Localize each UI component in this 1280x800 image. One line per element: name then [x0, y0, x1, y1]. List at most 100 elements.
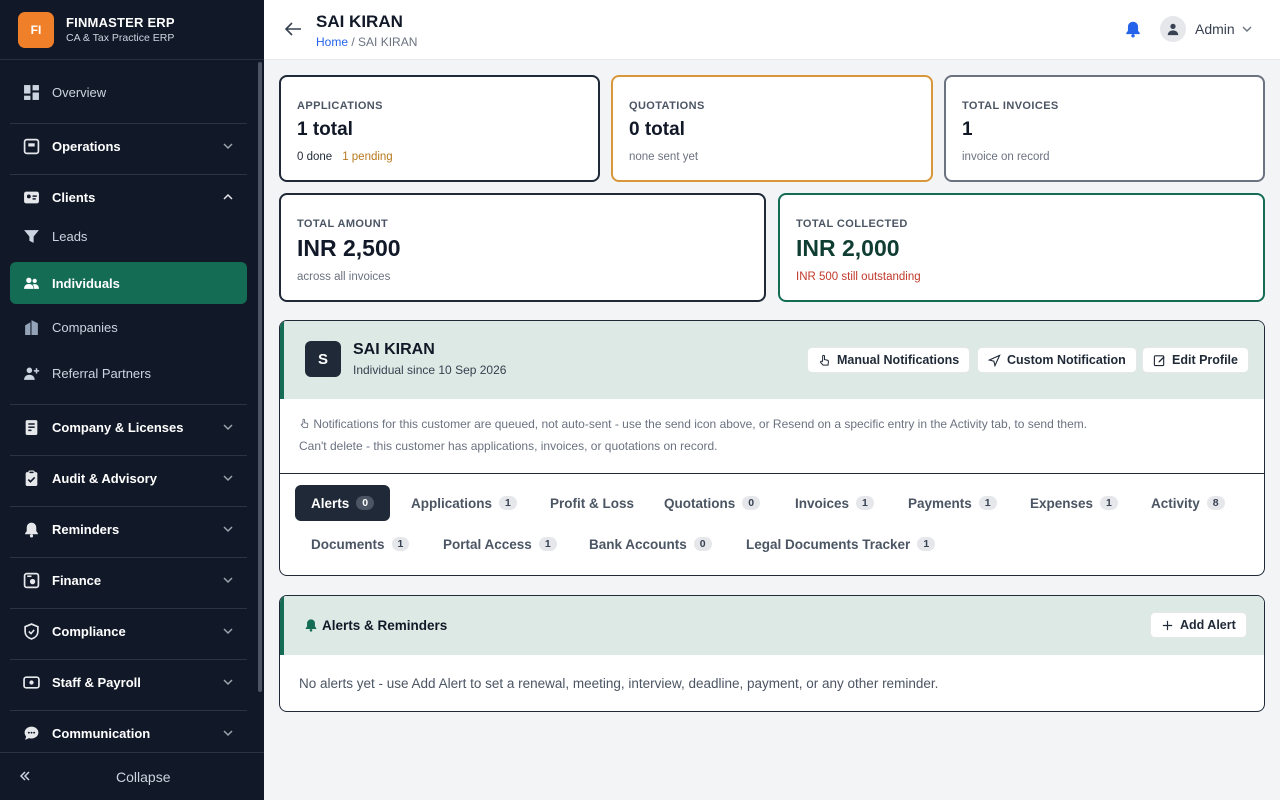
sidebar-item-label: Compliance — [52, 623, 126, 639]
sidebar-item-companies[interactable]: Companies — [10, 307, 247, 347]
tab-label: Alerts — [311, 495, 350, 511]
tab-portal-access[interactable]: Portal Access 1 — [427, 526, 573, 562]
breadcrumb-separator: / — [348, 35, 359, 49]
chevron-down-icon[interactable] — [1241, 23, 1253, 35]
stat-subtext: across all invoices — [297, 271, 391, 283]
button-label: Add Alert — [1180, 618, 1236, 632]
tab-count: 8 — [1206, 496, 1225, 510]
alerts-title: Alerts & Reminders — [322, 618, 448, 633]
stat-value: 1 — [962, 119, 973, 140]
breadcrumb-home-link[interactable]: Home — [316, 35, 348, 49]
add-alert-button[interactable]: Add Alert — [1150, 612, 1247, 638]
chevron-up-icon — [223, 193, 233, 200]
sidebar-item-referral-partners[interactable]: Referral Partners — [10, 353, 247, 393]
user-plus-icon — [22, 364, 40, 382]
stat-label: TOTAL AMOUNT — [297, 218, 389, 230]
sidebar-item-company-licenses[interactable]: Company & Licenses — [10, 407, 247, 447]
sidebar-item-label: Reminders — [52, 521, 120, 537]
tab-documents[interactable]: Documents 1 — [295, 526, 425, 562]
shield-icon — [22, 622, 40, 640]
button-label: Custom Notification — [1007, 353, 1126, 367]
delete-restriction-notice: Can't delete - this customer has applica… — [299, 439, 718, 453]
tab-count: 1 — [391, 537, 410, 551]
tab-expenses[interactable]: Expenses 1 — [1014, 485, 1134, 521]
tab-payments[interactable]: Payments 1 — [892, 485, 1013, 521]
manual-notifications-button[interactable]: Manual Notifications — [807, 347, 971, 373]
stat-label: TOTAL COLLECTED — [796, 218, 908, 230]
customer-name: SAI KIRAN — [353, 341, 435, 358]
divider — [10, 557, 247, 558]
tab-count: 1 — [978, 496, 997, 510]
sidebar-item-reminders[interactable]: Reminders — [10, 509, 247, 549]
user-menu-label[interactable]: Admin — [1195, 21, 1235, 37]
stat-card-total-collected: TOTAL COLLECTED INR 2,000 INR 500 still … — [778, 193, 1265, 302]
sidebar-item-individuals[interactable]: Individuals — [10, 262, 247, 304]
stat-value: 1 total — [297, 119, 353, 140]
sidebar-item-operations[interactable]: Operations — [10, 126, 247, 166]
tab-alerts[interactable]: Alerts 0 — [295, 485, 391, 521]
stat-value: INR 2,500 — [297, 235, 401, 261]
button-label: Manual Notifications — [837, 353, 960, 367]
tab-invoices[interactable]: Invoices 1 — [779, 485, 890, 521]
tab-activity[interactable]: Activity 8 — [1135, 485, 1241, 521]
tab-bank-accounts[interactable]: Bank Accounts 0 — [573, 526, 728, 562]
tab-legal-documents-tracker[interactable]: Legal Documents Tracker 1 — [730, 526, 951, 562]
button-label: Edit Profile — [1172, 353, 1238, 367]
edit-profile-button[interactable]: Edit Profile — [1142, 347, 1249, 373]
chevron-down-icon — [223, 143, 233, 150]
user-avatar[interactable] — [1160, 16, 1186, 42]
sidebar-item-label: Overview — [52, 84, 107, 100]
tab-count: 0 — [356, 496, 375, 510]
double-chevron-left-icon — [18, 769, 32, 786]
sidebar-item-label: Individuals — [52, 275, 120, 291]
tab-label: Legal Documents Tracker — [746, 536, 911, 552]
bell-icon — [22, 520, 40, 538]
brand-logo: FI — [18, 11, 54, 48]
building-icon — [22, 318, 40, 336]
users-icon — [22, 274, 40, 292]
tab-count: 0 — [693, 537, 712, 551]
collapse-button[interactable]: Collapse — [0, 752, 264, 800]
stat-subtext: none sent yet — [629, 151, 699, 163]
sidebar-item-clients[interactable]: Clients — [10, 177, 247, 217]
sidebar-item-label: Finance — [52, 572, 102, 588]
brand: FI FINMASTER ERP CA & Tax Practice ERP — [0, 0, 264, 60]
back-arrow-icon[interactable] — [282, 18, 304, 40]
edit-icon — [1153, 354, 1165, 366]
sidebar-item-compliance[interactable]: Compliance — [10, 611, 247, 651]
sidebar-item-communication[interactable]: Communication — [10, 713, 247, 752]
tab-label: Invoices — [795, 495, 850, 511]
tab-count: 1 — [917, 537, 936, 551]
sidebar-item-label: Clients — [52, 189, 96, 205]
custom-notification-button[interactable]: Custom Notification — [977, 347, 1137, 373]
operations-icon — [22, 137, 40, 155]
sidebar-scrollbar[interactable] — [258, 62, 262, 692]
sidebar-item-audit-advisory[interactable]: Audit & Advisory — [10, 458, 247, 498]
stat-label: APPLICATIONS — [297, 100, 383, 112]
sidebar-item-leads[interactable]: Leads — [10, 216, 247, 256]
pending-count: 1 pending — [342, 151, 393, 163]
brand-name: FINMASTER ERP — [66, 15, 175, 30]
sidebar-item-staff-payroll[interactable]: Staff & Payroll — [10, 662, 247, 702]
tab-label: Expenses — [1030, 495, 1094, 511]
sidebar-nav: Overview Operations Clients Leads Indivi… — [0, 60, 264, 752]
chevron-down-icon — [223, 730, 233, 737]
tab-label: Applications — [411, 495, 493, 511]
bell-icon — [305, 619, 317, 632]
profile-header: S SAI KIRAN Individual since 10 Sep 2026… — [280, 321, 1264, 399]
stat-value: INR 2,000 — [796, 235, 900, 261]
customer-initial-avatar: S — [305, 341, 341, 377]
divider — [10, 123, 247, 124]
divider — [10, 404, 247, 405]
sidebar-item-label: Staff & Payroll — [52, 674, 141, 690]
sidebar-item-overview[interactable]: Overview — [10, 72, 247, 112]
tab-applications[interactable]: Applications 1 — [395, 485, 533, 521]
tab-quotations[interactable]: Quotations 0 — [648, 485, 776, 521]
notification-bell-icon[interactable] — [1124, 20, 1142, 38]
sidebar-item-finance[interactable]: Finance — [10, 560, 247, 600]
tab-count: 1 — [499, 496, 517, 510]
send-icon — [988, 353, 1001, 367]
divider — [10, 608, 247, 609]
stat-subtext: 0 done 1 pending — [297, 151, 393, 163]
tab-profit-loss[interactable]: Profit & Loss — [534, 485, 650, 521]
